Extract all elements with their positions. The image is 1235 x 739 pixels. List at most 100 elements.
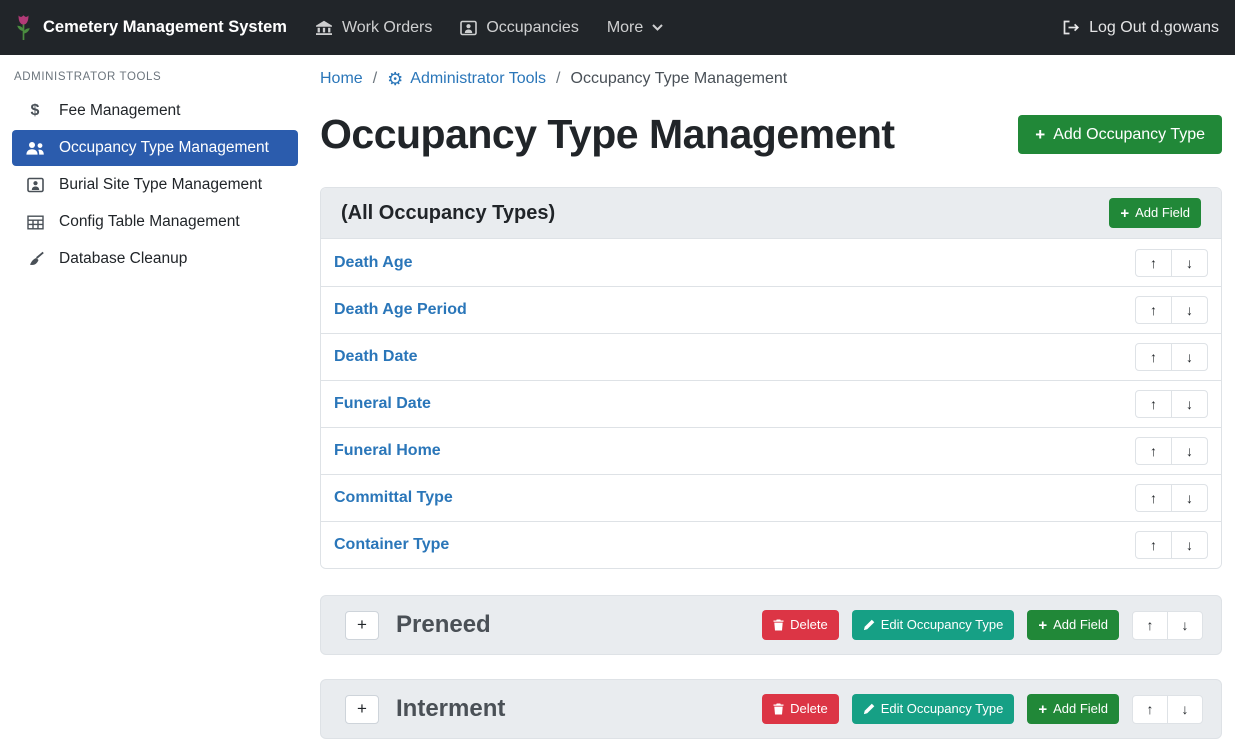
add-field-button[interactable]: + Add Field [1027, 694, 1119, 724]
nav-logout[interactable]: Log Out d.gowans [1048, 19, 1221, 37]
field-link[interactable]: Death Age Period [334, 301, 467, 319]
move-down-button[interactable]: ↓ [1171, 343, 1208, 371]
dollar-icon: $ [24, 103, 46, 119]
reorder-buttons: ↑ ↓ [1135, 531, 1208, 559]
move-up-button[interactable]: ↑ [1135, 531, 1172, 559]
field-link[interactable]: Death Age [334, 254, 413, 272]
all-occupancy-types-card: (All Occupancy Types) + Add Field Death … [320, 187, 1222, 569]
all-types-card-header: (All Occupancy Types) + Add Field [321, 188, 1221, 239]
sidebar-item-label: Config Table Management [59, 213, 240, 231]
sidebar-item-database-cleanup[interactable]: Database Cleanup [12, 241, 298, 277]
sidebar-item-fee-management[interactable]: $ Fee Management [12, 93, 298, 129]
move-down-button[interactable]: ↓ [1171, 484, 1208, 512]
table-icon [24, 215, 46, 230]
sidebar: Administrator Tools $ Fee Management Occ… [0, 55, 308, 290]
move-up-button[interactable]: ↑ [1132, 611, 1168, 640]
breadcrumb-separator: / [556, 70, 560, 88]
breadcrumb-home-link[interactable]: Home [320, 70, 363, 88]
plus-icon: + [1038, 618, 1047, 633]
move-down-button[interactable]: ↓ [1171, 249, 1208, 277]
arrow-down-icon: ↓ [1186, 255, 1193, 271]
nav-work-orders-label: Work Orders [342, 19, 432, 37]
move-up-button[interactable]: ↑ [1135, 249, 1172, 277]
nav-work-orders[interactable]: Work Orders [301, 19, 446, 37]
sidebar-item-label: Occupancy Type Management [59, 139, 269, 157]
move-up-button[interactable]: ↑ [1135, 437, 1172, 465]
add-field-label: Add Field [1135, 205, 1190, 221]
delete-button[interactable]: Delete [762, 610, 839, 640]
plus-icon: + [1038, 702, 1047, 717]
section-title: Preneed [396, 611, 491, 639]
move-up-button[interactable]: ↑ [1135, 296, 1172, 324]
add-occupancy-type-label: Add Occupancy Type [1053, 125, 1205, 144]
breadcrumb-admin-tools-link[interactable]: ⚙ Administrator Tools [387, 70, 546, 88]
field-row: Funeral Date ↑ ↓ [321, 380, 1221, 427]
reorder-buttons: ↑ ↓ [1135, 437, 1208, 465]
field-link[interactable]: Committal Type [334, 489, 453, 507]
move-down-button[interactable]: ↓ [1167, 695, 1203, 724]
edit-occupancy-type-button[interactable]: Edit Occupancy Type [852, 610, 1015, 640]
add-field-label: Add Field [1053, 701, 1108, 717]
field-row: Death Age Period ↑ ↓ [321, 286, 1221, 333]
arrow-up-icon: ↑ [1150, 302, 1157, 318]
move-down-button[interactable]: ↓ [1171, 390, 1208, 418]
move-up-button[interactable]: ↑ [1132, 695, 1168, 724]
broom-icon [24, 251, 46, 267]
field-list: Death Age ↑ ↓ Death Age Period ↑ ↓ Death… [321, 239, 1221, 568]
field-link[interactable]: Funeral Home [334, 442, 441, 460]
page-header: Occupancy Type Management + Add Occupanc… [320, 109, 1222, 160]
burial-site-icon [24, 177, 46, 193]
add-occupancy-type-button[interactable]: + Add Occupancy Type [1018, 115, 1222, 154]
arrow-up-icon: ↑ [1150, 396, 1157, 412]
nav-occupancies[interactable]: Occupancies [446, 19, 593, 37]
arrow-down-icon: ↓ [1186, 396, 1193, 412]
nav-occupancies-label: Occupancies [486, 19, 579, 37]
move-up-button[interactable]: ↑ [1135, 484, 1172, 512]
add-field-label: Add Field [1053, 617, 1108, 633]
delete-label: Delete [790, 617, 828, 633]
move-down-button[interactable]: ↓ [1171, 531, 1208, 559]
expand-button[interactable]: + [345, 611, 379, 640]
sidebar-item-config-table-management[interactable]: Config Table Management [12, 204, 298, 240]
field-link[interactable]: Funeral Date [334, 395, 431, 413]
move-down-button[interactable]: ↓ [1171, 437, 1208, 465]
field-row: Death Date ↑ ↓ [321, 333, 1221, 380]
reorder-buttons: ↑ ↓ [1132, 611, 1203, 640]
top-navbar: Cemetery Management System Work Orders O… [0, 0, 1235, 55]
sidebar-item-burial-site-type-management[interactable]: Burial Site Type Management [12, 167, 298, 203]
pencil-icon [863, 703, 875, 715]
arrow-down-icon: ↓ [1182, 617, 1189, 633]
field-link[interactable]: Death Date [334, 348, 418, 366]
move-up-button[interactable]: ↑ [1135, 343, 1172, 371]
breadcrumb-current: Occupancy Type Management [571, 70, 788, 88]
nav-more[interactable]: More [593, 19, 677, 37]
sidebar-item-label: Database Cleanup [59, 250, 187, 268]
field-row: Container Type ↑ ↓ [321, 521, 1221, 568]
move-down-button[interactable]: ↓ [1167, 611, 1203, 640]
edit-occupancy-type-button[interactable]: Edit Occupancy Type [852, 694, 1015, 724]
section-actions: Delete Edit Occupancy Type + Add Field ↑ [762, 610, 1203, 640]
card-title: (All Occupancy Types) [341, 202, 555, 225]
flower-logo-icon [14, 14, 33, 41]
delete-button[interactable]: Delete [762, 694, 839, 724]
sidebar-header: Administrator Tools [12, 65, 298, 93]
field-link[interactable]: Container Type [334, 536, 449, 554]
plus-icon: + [357, 615, 367, 635]
breadcrumb-admin-tools-label: Administrator Tools [410, 70, 546, 88]
app-title: Cemetery Management System [43, 18, 287, 37]
app-brand[interactable]: Cemetery Management System [14, 14, 287, 41]
move-up-button[interactable]: ↑ [1135, 390, 1172, 418]
expand-button[interactable]: + [345, 695, 379, 724]
move-down-button[interactable]: ↓ [1171, 296, 1208, 324]
section-preneed: + Preneed Delete [320, 595, 1222, 655]
section-actions: Delete Edit Occupancy Type + Add Field ↑ [762, 694, 1203, 724]
arrow-down-icon: ↓ [1182, 701, 1189, 717]
reorder-buttons: ↑ ↓ [1135, 390, 1208, 418]
reorder-buttons: ↑ ↓ [1135, 343, 1208, 371]
nav-more-label: More [607, 19, 643, 37]
field-row: Death Age ↑ ↓ [321, 239, 1221, 286]
sidebar-item-occupancy-type-management[interactable]: Occupancy Type Management [12, 130, 298, 166]
page-title: Occupancy Type Management [320, 109, 895, 160]
add-field-button[interactable]: + Add Field [1027, 610, 1119, 640]
add-field-button[interactable]: + Add Field [1109, 198, 1201, 228]
